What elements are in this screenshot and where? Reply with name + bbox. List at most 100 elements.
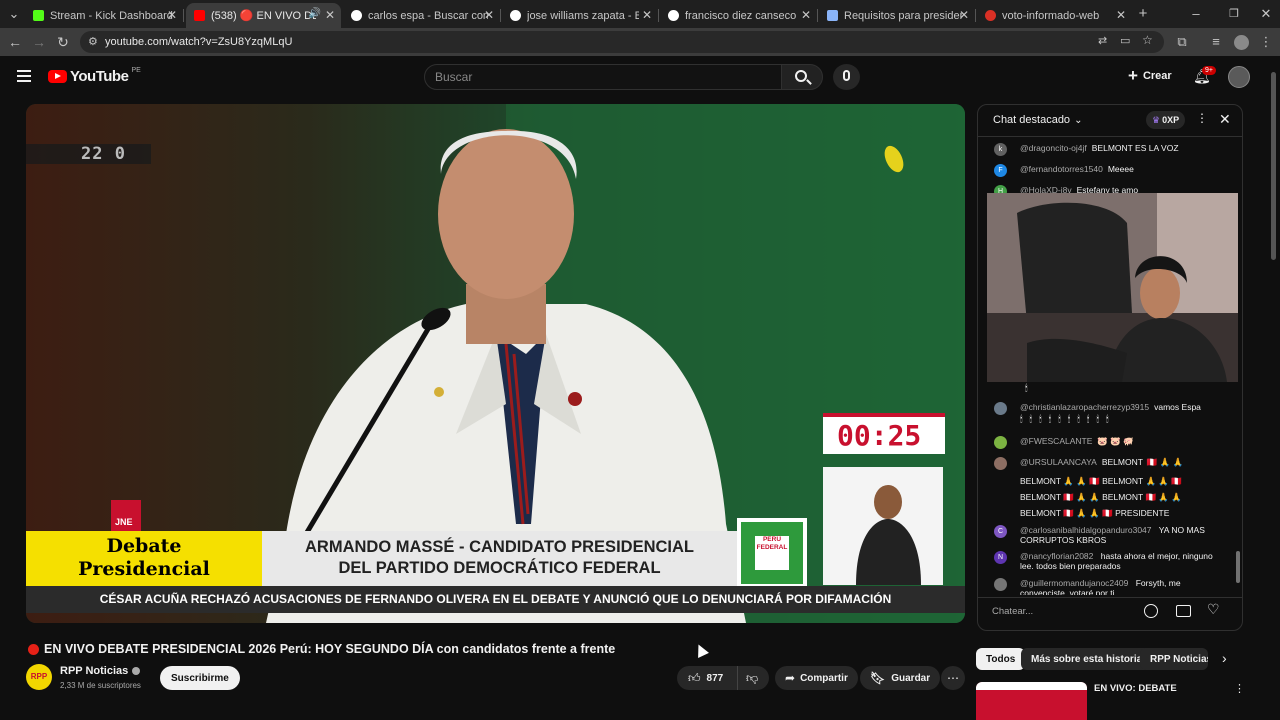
extensions-icon[interactable]: ⧉: [1174, 34, 1190, 50]
chat-message: N @nancyflorian2082 hasta ahora el mejor…: [994, 551, 1224, 571]
tab-youtube-debate[interactable]: (538) 🔴 EN VIVO DEBATE PRESIDENCIAL 🔊 ✕: [186, 3, 341, 28]
tab-requisitos[interactable]: Requisitos para presidente Perú ✕: [819, 3, 976, 28]
bookmark-star-icon[interactable]: ☆: [1142, 33, 1153, 47]
share-arrow-icon: ➦: [785, 671, 796, 685]
hamburger-menu-icon[interactable]: [17, 70, 31, 82]
related-video-title[interactable]: EN VIVO: DEBATE: [1094, 683, 1177, 694]
translate-icon[interactable]: ⇄: [1098, 34, 1107, 47]
subscribe-button[interactable]: Suscribirme: [160, 666, 240, 690]
site-info-icon[interactable]: ⚙: [88, 35, 98, 48]
tab-search-icon[interactable]: ⌄: [6, 6, 22, 22]
chip-todos[interactable]: Todos: [976, 648, 1026, 670]
media-control-icon[interactable]: ≡: [1208, 34, 1224, 50]
save-button[interactable]: 🔖︎ Guardar: [860, 666, 941, 690]
close-icon[interactable]: ✕: [1116, 8, 1126, 22]
related-more-icon[interactable]: ⋮: [1234, 682, 1245, 695]
youtube-logo[interactable]: YouTube PE: [48, 67, 141, 85]
search-button[interactable]: [781, 64, 823, 90]
browser-tab-bar: ⌄ Stream - Kick Dashboard ✕ (538) 🔴 EN V…: [0, 0, 1280, 28]
dislike-button[interactable]: 👎︎: [738, 671, 758, 686]
address-bar[interactable]: ⚙ youtube.com/watch?v=ZsU8YzqMLqU ⇄ ▭ ☆: [80, 31, 1164, 53]
subscriber-count: 2,33 M de suscriptores: [60, 681, 141, 690]
google-favicon-icon: [510, 10, 521, 21]
chat-message: C @carlosanibalhidalgopanduro3047 YA NO …: [994, 525, 1224, 545]
notifications-button[interactable]: 🔔︎ 9+: [1193, 66, 1216, 86]
chat-avatar: [994, 457, 1007, 470]
news-ticker: CÉSAR ACUÑA RECHAZÓ ACUSACIONES DE FERNA…: [26, 586, 965, 613]
related-thumbnail[interactable]: [976, 682, 1087, 720]
more-actions-button[interactable]: ⋯: [941, 666, 965, 690]
notification-badge: 9+: [1202, 66, 1216, 75]
chat-divider: [978, 597, 1242, 598]
chat-more-options-icon[interactable]: ⋮: [1196, 111, 1208, 125]
restore-icon[interactable]: ❐: [1226, 6, 1242, 22]
verified-icon: [132, 667, 141, 675]
tab-separator: [817, 9, 818, 22]
new-tab-icon[interactable]: +: [1135, 6, 1151, 22]
heart-favicon-icon: [985, 10, 996, 21]
minimize-icon[interactable]: –: [1188, 6, 1204, 22]
chat-header[interactable]: Chat destacado ⌄: [993, 114, 1082, 126]
close-icon[interactable]: ✕: [642, 8, 652, 22]
chat-message: @URSULAANCAYA BELMONT 🇵🇪 🙏 🙏: [994, 457, 1224, 470]
xp-badge[interactable]: ♛ 0XP: [1146, 111, 1186, 129]
tab-separator: [658, 9, 659, 22]
reload-icon[interactable]: ↻: [55, 34, 71, 50]
chat-divider: [978, 136, 1242, 137]
webcam-overlay: [987, 193, 1238, 382]
chat-avatar: [994, 402, 1007, 415]
plus-icon: +: [1128, 66, 1138, 85]
scoreboard: 22 0: [81, 144, 126, 164]
close-icon[interactable]: ✕: [325, 8, 335, 22]
forward-icon[interactable]: →: [31, 34, 47, 50]
countdown-timer: 00:25: [823, 413, 945, 454]
window-close-icon[interactable]: ✕: [1258, 6, 1274, 22]
live-dot-icon: [28, 643, 39, 655]
chat-close-icon[interactable]: ✕: [1219, 111, 1231, 128]
channel-name[interactable]: RPP Noticias: [60, 665, 141, 677]
chevron-right-icon[interactable]: ›: [1222, 650, 1227, 666]
like-button[interactable]: 👍︎ 877: [677, 666, 738, 690]
close-icon[interactable]: ✕: [801, 8, 811, 22]
channel-avatar[interactable]: RPP: [26, 664, 52, 690]
speaker-icon[interactable]: 🔊: [309, 8, 321, 19]
google-favicon-icon: [351, 10, 362, 21]
chat-scrollbar[interactable]: [1236, 551, 1240, 583]
tab-voto-informado[interactable]: voto-informado-web ✕: [977, 3, 1132, 28]
super-chat-icon[interactable]: [1176, 605, 1191, 617]
chip-rpp-noticias[interactable]: RPP Noticias: [1140, 648, 1208, 670]
account-avatar[interactable]: [1228, 66, 1250, 88]
cast-icon[interactable]: ▭: [1120, 34, 1130, 47]
create-button[interactable]: + Crear: [1128, 67, 1172, 84]
emoji-row: 🕯🕯🕯🕯🕯🕯🕯🕯🕯🕯: [1020, 414, 1116, 424]
url-text: youtube.com/watch?v=ZsU8YzqMLqU: [105, 36, 293, 48]
search-input[interactable]: Buscar: [424, 64, 782, 90]
heart-icon[interactable]: ♡: [1207, 601, 1220, 618]
tab-separator: [500, 9, 501, 22]
emoji-picker-icon[interactable]: [1144, 604, 1158, 618]
video-title: EN VIVO DEBATE PRESIDENCIAL 2026 Perú: H…: [28, 642, 615, 656]
jne-logo: JNE: [115, 517, 133, 527]
video-player[interactable]: 22 0 00:25 JNE Debate Presidencial ARMAN…: [26, 104, 965, 623]
tab-jose-williams[interactable]: jose williams zapata - Buscar con Google…: [502, 3, 659, 28]
voice-search-button[interactable]: [833, 64, 860, 90]
close-icon[interactable]: ✕: [167, 8, 177, 22]
chip-mas-historia[interactable]: Más sobre esta historia: [1021, 648, 1153, 670]
crown-icon: ♛: [1152, 114, 1161, 125]
chat-input[interactable]: Chatear...: [992, 601, 1142, 621]
close-icon[interactable]: ✕: [484, 8, 494, 22]
page-scrollbar[interactable]: [1271, 72, 1276, 260]
live-chat-panel: Chat destacado ⌄ ♛ 0XP ⋮ ✕ k @dragoncito…: [977, 104, 1243, 631]
thumbs-up-icon: 👍︎: [688, 670, 701, 685]
close-icon[interactable]: ✕: [959, 8, 969, 22]
microphone-icon: [843, 70, 850, 81]
profile-avatar[interactable]: [1234, 35, 1249, 50]
browser-menu-icon[interactable]: ⋮: [1258, 34, 1274, 50]
share-button[interactable]: ➦ Compartir: [775, 666, 858, 690]
webcam-image: [987, 193, 1238, 382]
tab-kick-dashboard[interactable]: Stream - Kick Dashboard ✕: [25, 3, 184, 28]
tab-carlos-espa[interactable]: carlos espa - Buscar con Google ✕: [343, 3, 501, 28]
chat-message: @FWESCALANTE 🐷 🐷 🐖: [994, 436, 1224, 449]
back-icon[interactable]: ←: [7, 34, 23, 50]
tab-francisco-diez[interactable]: francisco diez canseco - Buscar con Goog…: [660, 3, 818, 28]
